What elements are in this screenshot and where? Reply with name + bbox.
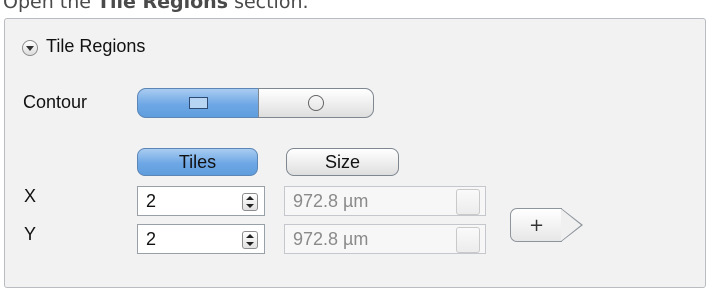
- y-tiles-value: 2: [146, 229, 157, 249]
- y-size-stepper-icon: [456, 227, 480, 253]
- x-size-stepper-icon: [456, 189, 480, 215]
- contour-label: Contour: [23, 92, 88, 112]
- y-tiles-stepper-icon[interactable]: [242, 231, 258, 249]
- instruction-bold: Tile Regions: [97, 0, 229, 13]
- tiles-mode-button[interactable]: Tiles: [137, 148, 258, 176]
- x-size-value: 972.8 µm: [293, 191, 369, 211]
- plus-icon: +: [528, 214, 545, 236]
- circle-icon: [308, 95, 324, 111]
- instruction-suffix: section.: [228, 0, 309, 13]
- y-axis-label: Y: [24, 224, 37, 244]
- instruction-prefix: Open the: [3, 0, 98, 13]
- size-mode-button[interactable]: Size: [286, 148, 399, 176]
- rectangle-icon: [188, 97, 208, 109]
- y-tiles-spinbox[interactable]: 2: [137, 224, 265, 254]
- x-axis-label: X: [24, 186, 37, 206]
- contour-circle-button[interactable]: [258, 88, 374, 118]
- x-tiles-stepper-icon[interactable]: [242, 193, 258, 211]
- y-size-spinbox: 972.8 µm: [284, 224, 486, 254]
- instruction-text: Open the Tile Regions section.: [3, 0, 309, 14]
- collapse-toggle-icon[interactable]: [22, 40, 38, 56]
- add-button-arrow-fill: [561, 209, 581, 241]
- x-tiles-value: 2: [146, 191, 157, 211]
- add-tile-region-button[interactable]: +: [510, 208, 562, 242]
- section-title: Tile Regions: [46, 36, 146, 56]
- contour-rectangle-button[interactable]: [137, 88, 259, 118]
- y-size-value: 972.8 µm: [293, 229, 369, 249]
- x-tiles-spinbox[interactable]: 2: [137, 186, 265, 216]
- x-size-spinbox: 972.8 µm: [284, 186, 486, 216]
